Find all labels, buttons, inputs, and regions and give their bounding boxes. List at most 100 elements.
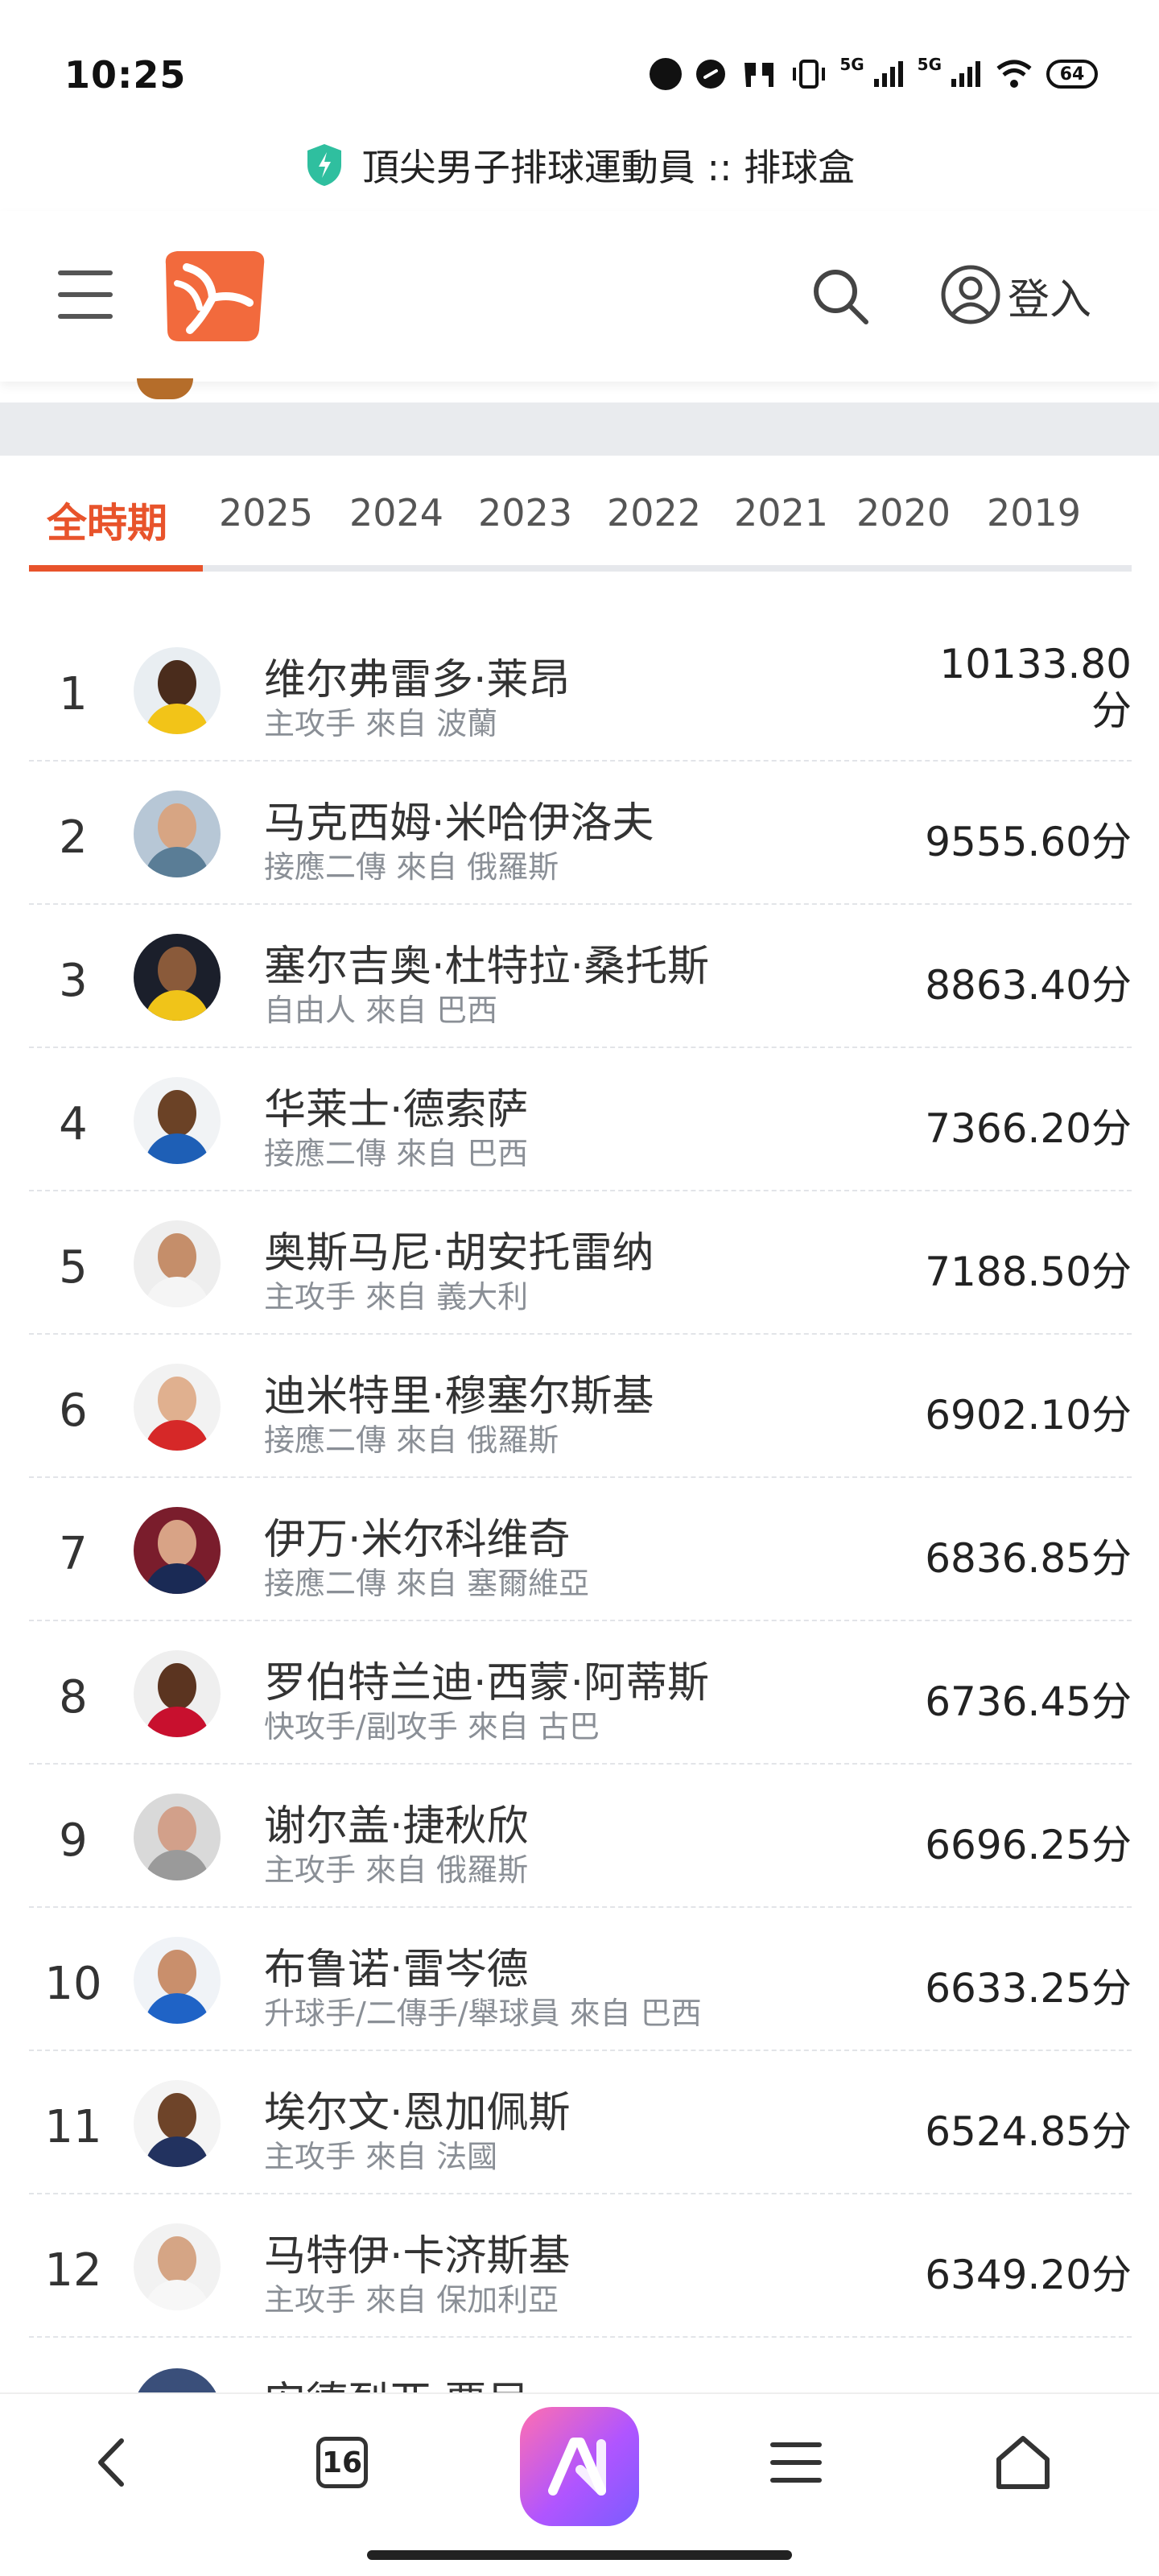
player-points: 7188.50分 (925, 1249, 1132, 1295)
player-avatar (134, 2368, 221, 2392)
player-points: 8863.40分 (925, 962, 1132, 1009)
player-name[interactable]: 马克西姆·米哈伊洛夫 (264, 789, 654, 849)
player-name[interactable]: 马特伊·卡济斯基 (264, 2222, 571, 2282)
network-type-1: 5G (839, 55, 864, 74)
browser-page: 10:25 5G 5G 64 頂尖男子排球運動員:: 排球盒 登入 全時期 2… (0, 0, 1159, 2576)
player-name[interactable]: 伊万·米尔科维奇 (264, 1505, 571, 1566)
player-ranking-list: 1 维尔弗雷多·莱昂 主攻手 來自 波蘭 10133.80 分 2 马克西姆·米哈… (29, 618, 1132, 2338)
player-position-country: 接應二傳 來自 巴西 (264, 1136, 529, 1171)
player-position-country: 主攻手 來自 保加利亞 (264, 2282, 559, 2318)
status-bar: 10:25 5G 5G 64 (0, 0, 1159, 121)
player-row[interactable]: 6 迪米特里·穆塞尔斯基 接應二傳 來自 俄羅斯 6902.10分 (29, 1335, 1132, 1478)
player-name[interactable]: 迪米特里·穆塞尔斯基 (264, 1362, 654, 1422)
player-row[interactable]: 8 罗伯特兰迪·西蒙·阿蒂斯 快攻手/副攻手 來自 古巴 6736.45分 (29, 1621, 1132, 1765)
vibrate-icon (791, 58, 827, 90)
login-button[interactable]: 登入 (1008, 266, 1091, 326)
tab-all-time[interactable]: 全時期 (47, 491, 167, 549)
rank-number: 10 (44, 1958, 102, 2010)
player-avatar (134, 647, 221, 734)
link-icon (695, 58, 727, 90)
tab-2020[interactable]: 2020 (856, 491, 951, 535)
earbuds-icon (740, 58, 778, 90)
player-position-country: 主攻手 來自 俄羅斯 (264, 1852, 529, 1888)
user-icon[interactable] (938, 262, 1003, 327)
player-name[interactable]: 华莱士·德索萨 (264, 1075, 529, 1136)
player-position-country: 升球手/二傳手/舉球員 來自 巴西 (264, 1996, 702, 2031)
player-row[interactable]: 5 奥斯马尼·胡安托雷纳 主攻手 來自 義大利 7188.50分 (29, 1191, 1132, 1335)
signal-icon-2 (950, 60, 982, 89)
tab-2025[interactable]: 2025 (219, 491, 313, 535)
player-name[interactable]: 谢尔盖·捷秋欣 (264, 1792, 529, 1852)
home-icon (996, 2436, 1050, 2489)
browser-bottom-bar: 16 (0, 2392, 1159, 2576)
year-tabs: 全時期 2025 2024 2023 2022 2021 2020 2019 (29, 483, 1132, 572)
volleyball-box-logo[interactable] (155, 246, 270, 346)
player-name[interactable]: 塞尔吉奥·杜特拉·桑托斯 (264, 932, 709, 993)
tab-2024[interactable]: 2024 (349, 491, 443, 535)
player-position-country: 快攻手/副攻手 來自 古巴 (264, 1709, 600, 1744)
player-row[interactable]: 7 伊万·米尔科维奇 接應二傳 來自 塞爾維亞 6836.85分 (29, 1478, 1132, 1621)
player-name[interactable]: 埃尔文·恩加佩斯 (264, 2079, 571, 2139)
site-header: 登入 (0, 211, 1159, 382)
player-row[interactable]: 1 维尔弗雷多·莱昂 主攻手 來自 波蘭 10133.80 分 (29, 618, 1132, 762)
gesture-bar[interactable] (367, 2550, 792, 2560)
back-button[interactable] (76, 2426, 148, 2499)
tab-2023[interactable]: 2023 (478, 491, 572, 535)
player-row[interactable]: 2 马克西姆·米哈伊洛夫 接應二傳 來自 俄羅斯 9555.60分 (29, 762, 1132, 905)
page-title-bar[interactable]: 頂尖男子排球運動員 :: 排球盒 (0, 121, 1159, 209)
network-type-2: 5G (917, 55, 942, 74)
player-name[interactable]: 安德烈亚·贾尼 (264, 2368, 529, 2392)
rank-number: 2 (59, 811, 88, 864)
player-name[interactable]: 罗伯特兰迪·西蒙·阿蒂斯 (264, 1649, 709, 1709)
tab-2021[interactable]: 2021 (734, 491, 828, 535)
player-avatar (134, 1364, 221, 1451)
player-points: 7366.20分 (925, 1105, 1132, 1152)
player-position-country: 主攻手 來自 波蘭 (264, 706, 498, 741)
player-name[interactable]: 布鲁诺·雷岑德 (264, 1935, 529, 1996)
tab-count: 16 (316, 2437, 368, 2488)
player-row-partial[interactable]: 安德烈亚·贾尼 (29, 2336, 1132, 2392)
player-points: 6902.10分 (925, 1392, 1132, 1439)
rank-number: 12 (44, 2244, 102, 2297)
shield-icon (307, 144, 341, 186)
player-row[interactable]: 9 谢尔盖·捷秋欣 主攻手 來自 俄羅斯 6696.25分 (29, 1765, 1132, 1908)
player-avatar (134, 1794, 221, 1880)
vpn-icon (650, 58, 683, 90)
player-avatar (134, 2223, 221, 2310)
player-avatar (134, 1220, 221, 1307)
menu-button[interactable] (760, 2426, 832, 2499)
assistant-button[interactable] (520, 2407, 639, 2526)
player-name[interactable]: 奥斯马尼·胡安托雷纳 (264, 1219, 654, 1279)
tab-2019[interactable]: 2019 (987, 491, 1081, 535)
player-position-country: 接應二傳 來自 俄羅斯 (264, 849, 559, 885)
player-avatar (134, 1507, 221, 1594)
menu-icon[interactable] (58, 270, 113, 319)
wifi-icon (995, 59, 1033, 89)
home-button[interactable] (987, 2426, 1059, 2499)
player-points-unit: 分 (1091, 687, 1132, 734)
rank-number: 5 (59, 1241, 88, 1294)
player-row[interactable]: 11 埃尔文·恩加佩斯 主攻手 來自 法國 6524.85分 (29, 2051, 1132, 2194)
search-icon[interactable] (808, 264, 872, 328)
player-avatar (134, 1650, 221, 1737)
player-points: 6633.25分 (925, 1965, 1132, 2012)
player-row[interactable]: 3 塞尔吉奥·杜特拉·桑托斯 自由人 來自 巴西 8863.40分 (29, 905, 1132, 1048)
player-name[interactable]: 维尔弗雷多·莱昂 (264, 646, 571, 706)
player-avatar (134, 1937, 221, 2024)
tab-2022[interactable]: 2022 (607, 491, 701, 535)
player-row[interactable]: 10 布鲁诺·雷岑德 升球手/二傳手/舉球員 來自 巴西 6633.25分 (29, 1908, 1132, 2051)
rank-number: 11 (44, 2101, 102, 2153)
player-avatar (134, 934, 221, 1021)
player-row[interactable]: 4 华莱士·德索萨 接應二傳 來自 巴西 7366.20分 (29, 1048, 1132, 1191)
player-position-country: 主攻手 來自 義大利 (264, 1279, 529, 1315)
menu-lines-icon (770, 2442, 822, 2483)
player-position-country: 接應二傳 來自 塞爾維亞 (264, 1566, 590, 1601)
player-row[interactable]: 12 马特伊·卡济斯基 主攻手 來自 保加利亞 6349.20分 (29, 2194, 1132, 2338)
rank-number: 3 (59, 955, 88, 1007)
player-points: 6736.45分 (925, 1678, 1132, 1725)
image-peek (137, 378, 193, 399)
rank-number: 6 (59, 1385, 88, 1437)
player-points-value: 10133.80 (939, 641, 1132, 687)
status-icons: 5G 5G 64 (650, 56, 1098, 92)
tabs-button[interactable]: 16 (306, 2426, 378, 2499)
